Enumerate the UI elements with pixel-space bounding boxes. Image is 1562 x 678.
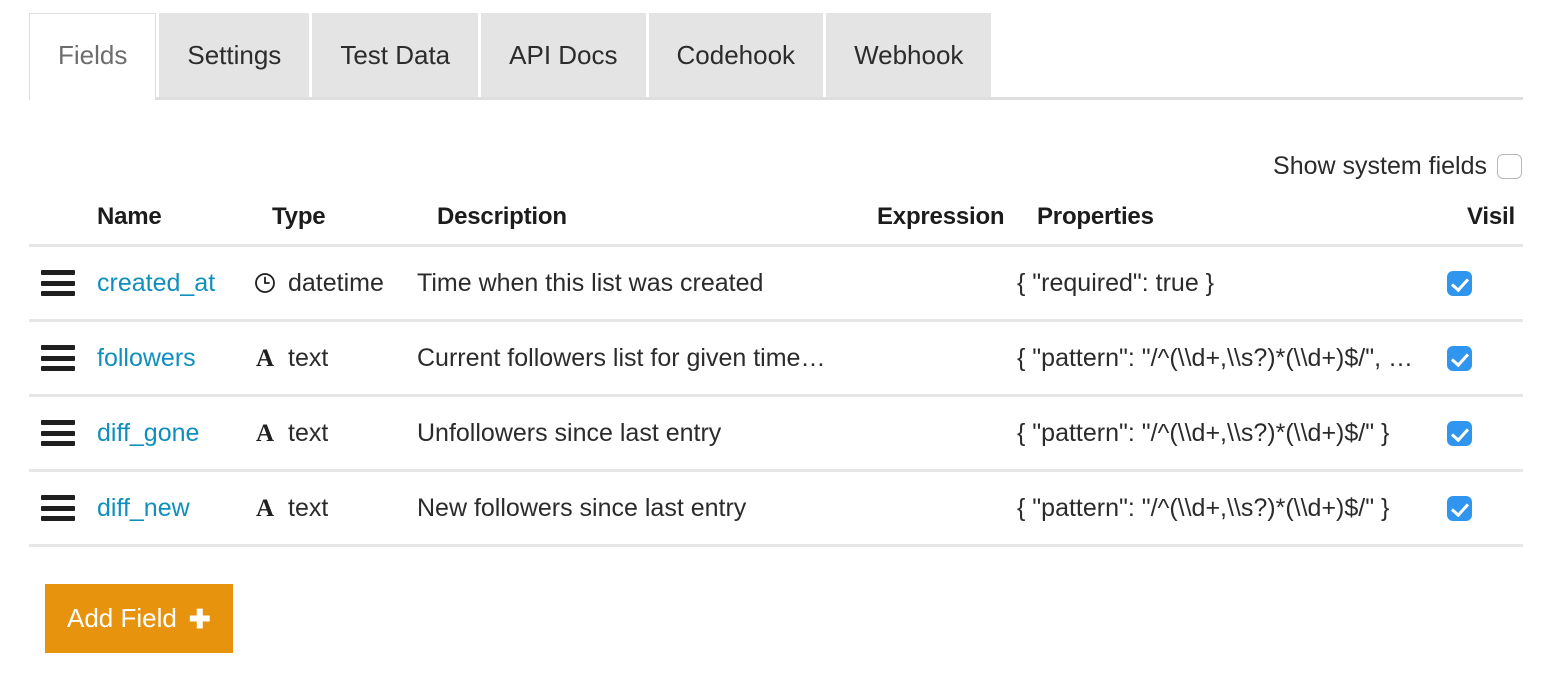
- row-properties: { "required": true }: [1017, 268, 1215, 297]
- show-system-fields-control[interactable]: Show system fields: [1273, 152, 1522, 181]
- row-properties: { "pattern": "/^(\\d+,\\s?)*(\\d+)$/", …: [1017, 343, 1413, 372]
- table-header-row: Name Type Description Expression Propert…: [29, 203, 1523, 247]
- row-drag-cell[interactable]: [29, 270, 77, 296]
- row-name-cell: diff_new: [77, 494, 252, 523]
- tab-api-docs[interactable]: API Docs: [481, 13, 646, 97]
- show-system-fields-label: Show system fields: [1273, 152, 1487, 180]
- row-drag-cell[interactable]: [29, 420, 77, 446]
- tab-test-data[interactable]: Test Data: [312, 13, 479, 97]
- table-row: diff_gone A text Unfollowers since last …: [29, 397, 1523, 472]
- tab-test-data-label: Test Data: [340, 39, 451, 70]
- row-description: New followers since last entry: [417, 493, 747, 522]
- text-A-icon: A: [255, 344, 275, 372]
- visible-checkbox[interactable]: [1447, 420, 1472, 446]
- row-name-cell: created_at: [77, 269, 252, 298]
- clock-icon: [252, 270, 278, 296]
- field-name-link[interactable]: diff_new: [77, 494, 190, 523]
- row-visible-cell: [1447, 420, 1523, 446]
- tab-webhook-label: Webhook: [854, 39, 964, 70]
- row-name-cell: diff_gone: [77, 419, 252, 448]
- row-name-cell: followers: [77, 344, 252, 373]
- field-name-link[interactable]: created_at: [77, 269, 215, 298]
- add-field-label: Add Field: [67, 603, 177, 633]
- visible-checkbox[interactable]: [1447, 495, 1472, 521]
- row-type-label: text: [288, 493, 329, 522]
- tab-api-docs-label: API Docs: [509, 39, 618, 70]
- row-type-cell: A text: [252, 419, 417, 448]
- row-properties: { "pattern": "/^(\\d+,\\s?)*(\\d+)$/" }: [1017, 418, 1390, 447]
- row-description: Unfollowers since last entry: [417, 418, 722, 447]
- show-system-fields-checkbox[interactable]: [1497, 154, 1522, 179]
- table-row: created_at datetime Time when this list …: [29, 247, 1523, 322]
- fields-page: Fields Settings Test Data API Docs Codeh…: [0, 0, 1562, 678]
- row-visible-cell: [1447, 495, 1523, 521]
- row-description: Current followers list for given time…: [417, 343, 826, 372]
- plus-icon: ✚: [188, 603, 211, 634]
- header-visible: Visil: [1467, 203, 1515, 230]
- visible-checkbox[interactable]: [1447, 270, 1472, 296]
- row-description: Time when this list was created: [417, 268, 764, 297]
- header-type: Type: [272, 203, 326, 230]
- row-drag-cell[interactable]: [29, 345, 77, 371]
- header-description: Description: [437, 203, 567, 230]
- header-properties: Properties: [1037, 203, 1154, 230]
- header-expression: Expression: [877, 203, 1005, 230]
- row-visible-cell: [1447, 345, 1523, 371]
- row-type-label: datetime: [288, 268, 384, 297]
- table-row: followers A text Current followers list …: [29, 322, 1523, 397]
- row-type-label: text: [288, 418, 329, 447]
- text-A-icon: A: [255, 494, 275, 522]
- viewport-clip: Fields Settings Test Data API Docs Codeh…: [0, 0, 1562, 678]
- row-visible-cell: [1447, 270, 1523, 296]
- tab-settings-label: Settings: [187, 39, 282, 70]
- tab-bar: Fields Settings Test Data API Docs Codeh…: [29, 13, 1523, 100]
- field-name-link[interactable]: followers: [77, 344, 196, 373]
- add-field-button[interactable]: Add Field ✚: [45, 584, 233, 653]
- tab-fields-label: Fields: [58, 40, 128, 70]
- drag-handle-icon[interactable]: [41, 420, 75, 446]
- visible-checkbox[interactable]: [1447, 345, 1472, 371]
- row-properties: { "pattern": "/^(\\d+,\\s?)*(\\d+)$/" }: [1017, 493, 1390, 522]
- drag-handle-icon[interactable]: [41, 270, 75, 296]
- tab-codehook-label: Codehook: [676, 39, 796, 70]
- field-name-link[interactable]: diff_gone: [77, 419, 199, 448]
- tab-webhook[interactable]: Webhook: [826, 13, 992, 97]
- tab-codehook[interactable]: Codehook: [648, 13, 824, 97]
- row-type-cell: A text: [252, 494, 417, 523]
- row-drag-cell[interactable]: [29, 495, 77, 521]
- tab-fields[interactable]: Fields: [29, 13, 157, 100]
- row-type-cell: datetime: [252, 269, 417, 298]
- row-type-label: text: [288, 343, 329, 372]
- text-A-icon: A: [255, 419, 275, 447]
- row-type-cell: A text: [252, 344, 417, 373]
- table-row: diff_new A text New followers since last…: [29, 472, 1523, 547]
- fields-table: Name Type Description Expression Propert…: [29, 203, 1523, 547]
- tab-settings[interactable]: Settings: [159, 13, 310, 97]
- drag-handle-icon[interactable]: [41, 345, 75, 371]
- drag-handle-icon[interactable]: [41, 495, 75, 521]
- header-name: Name: [97, 203, 162, 230]
